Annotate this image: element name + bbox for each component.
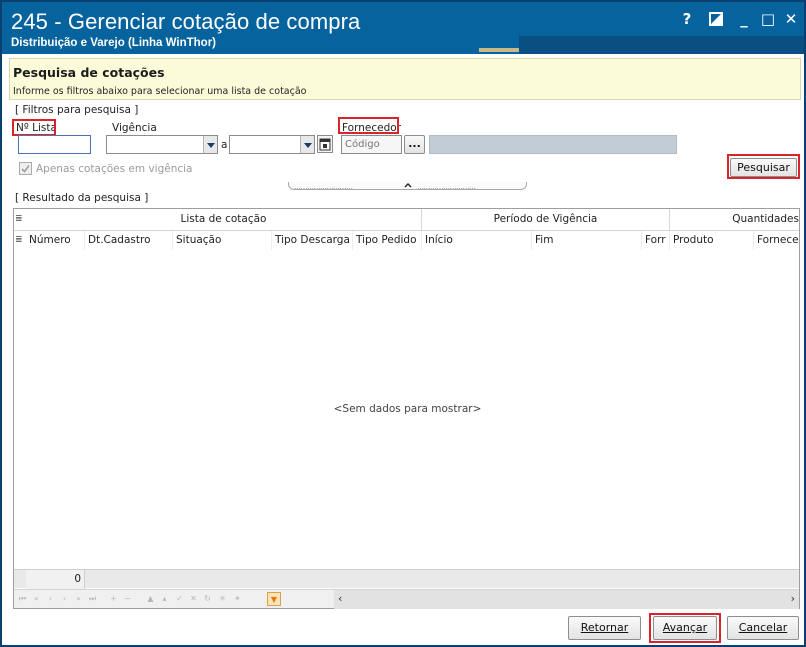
numero-lista-input[interactable] <box>18 135 91 154</box>
minimize-button[interactable]: _ <box>735 10 753 28</box>
filter-icon[interactable]: ▼ <box>267 592 281 606</box>
nav-cancel-icon[interactable]: ✕ <box>188 593 199 605</box>
cancelar-button[interactable]: Cancelar <box>727 616 799 640</box>
column-chooser-icon[interactable]: ≣ <box>15 214 23 224</box>
fornecedor-name-field <box>429 135 677 154</box>
nav-up-icon[interactable]: ▴ <box>159 593 170 605</box>
nav-insert-icon[interactable]: + <box>108 593 119 605</box>
fornecedor-code-input[interactable] <box>341 135 402 154</box>
band-periodo-vigencia: Período de Vigência <box>422 209 670 230</box>
row-grip-icon[interactable]: ≣ <box>15 235 23 245</box>
title-bar-accent <box>479 48 519 52</box>
col-inicio[interactable]: Início <box>422 231 532 250</box>
col-fim[interactable]: Fim <box>532 231 642 250</box>
col-numero[interactable]: Número <box>26 231 85 250</box>
nav-bookmark-icon[interactable]: ✳ <box>217 593 228 605</box>
fornecedor-highlight <box>338 117 399 134</box>
splitter-handle[interactable]: ……………………… ……………………… <box>288 182 527 191</box>
page-title: Pesquisa de cotações <box>13 65 165 80</box>
nav-next-icon[interactable]: › <box>59 593 70 605</box>
band-lista-cotacao: Lista de cotação <box>26 209 422 230</box>
col-tipo-descarga[interactable]: Tipo Descarga <box>272 231 353 250</box>
col-forr[interactable]: Forr <box>642 231 670 250</box>
grid-band-row: ≣ Lista de cotação Período de Vigência Q… <box>14 209 799 231</box>
band-quantidades: Quantidades <box>732 213 799 225</box>
page-header: Pesquisa de cotações Informe os filtros … <box>9 58 801 100</box>
results-group-label: [ Resultado da pesquisa ] <box>15 192 149 204</box>
nav-delete-icon[interactable]: − <box>122 593 133 605</box>
title-bar[interactable]: 245 - Gerenciar cotação de compra Distri… <box>2 2 804 54</box>
nav-edit-icon[interactable]: ▲ <box>145 593 156 605</box>
vigencia-separator: a <box>221 139 228 151</box>
page-instructions: Informe os filtros abaixo para seleciona… <box>13 86 307 97</box>
vigencia-to-combo[interactable] <box>229 135 315 154</box>
window-subtitle: Distribuição e Varejo (Linha WinThor) <box>11 37 217 49</box>
nav-next-page-icon[interactable]: » <box>73 593 84 605</box>
nav-prev-page-icon[interactable]: « <box>31 593 42 605</box>
calendar-icon[interactable] <box>317 135 333 153</box>
col-tipo-pedido[interactable]: Tipo Pedido <box>353 231 422 250</box>
chevron-up-icon <box>404 183 412 188</box>
numero-lista-highlight <box>12 119 56 136</box>
col-situacao[interactable]: Situação <box>173 231 272 250</box>
footer-count: 0 <box>26 570 85 589</box>
apenas-vigencia-label: Apenas cotações em vigência <box>36 163 193 175</box>
vigencia-label: Vigência <box>112 122 157 134</box>
splitter-dots-right: ……………………… <box>417 183 476 191</box>
avancar-highlight <box>649 613 721 643</box>
results-grid[interactable]: ≣ Lista de cotação Período de Vigência Q… <box>13 208 800 609</box>
restore-icon[interactable] <box>707 10 725 28</box>
nav-prev-icon[interactable]: ‹ <box>45 593 56 605</box>
splitter-dots-left: ……………………… <box>294 183 353 191</box>
empty-message: <Sem dados para mostrar> <box>333 403 482 415</box>
grid-footer: 0 <box>14 569 799 589</box>
scroll-right-icon[interactable]: › <box>791 592 795 605</box>
nav-last-icon[interactable]: ⏭ <box>87 593 98 605</box>
filters-group-label: [ Filtros para pesquisa ] <box>15 104 139 116</box>
col-produto[interactable]: Produto <box>670 231 754 250</box>
chevron-down-icon[interactable] <box>203 136 217 153</box>
fornecedor-lookup-button[interactable]: ... <box>404 135 425 154</box>
maximize-button[interactable]: □ <box>759 10 777 28</box>
chevron-down-icon[interactable] <box>300 136 314 153</box>
close-button[interactable]: ✕ <box>782 10 800 28</box>
retornar-button[interactable]: Retornar <box>568 616 641 640</box>
nav-post-icon[interactable]: ✓ <box>174 593 185 605</box>
col-fornecedor[interactable]: Fornece <box>754 231 799 250</box>
title-bar-decoration <box>519 36 804 54</box>
horizontal-scrollbar[interactable]: ‹ › <box>334 590 799 609</box>
grid-navigator: ⏮ « ‹ › » ⏭ + − ▲ ▴ ✓ ✕ ↻ ✳ ✴ ▼ ‹ › <box>14 589 799 609</box>
pesquisar-highlight <box>727 154 800 179</box>
vigencia-from-combo[interactable] <box>106 135 218 154</box>
nav-first-icon[interactable]: ⏮ <box>17 593 28 605</box>
nav-goto-bookmark-icon[interactable]: ✴ <box>232 593 243 605</box>
scroll-left-icon[interactable]: ‹ <box>338 592 342 605</box>
nav-refresh-icon[interactable]: ↻ <box>202 593 213 605</box>
application-window: 245 - Gerenciar cotação de compra Distri… <box>0 0 806 647</box>
cancelar-label: Cancelar <box>738 621 788 634</box>
window-title: 245 - Gerenciar cotação de compra <box>11 9 361 34</box>
apenas-vigencia-checkbox[interactable] <box>19 162 32 175</box>
help-button[interactable]: ? <box>678 10 696 28</box>
col-dt-cadastro[interactable]: Dt.Cadastro <box>85 231 173 250</box>
retornar-label: Retornar <box>580 621 629 634</box>
